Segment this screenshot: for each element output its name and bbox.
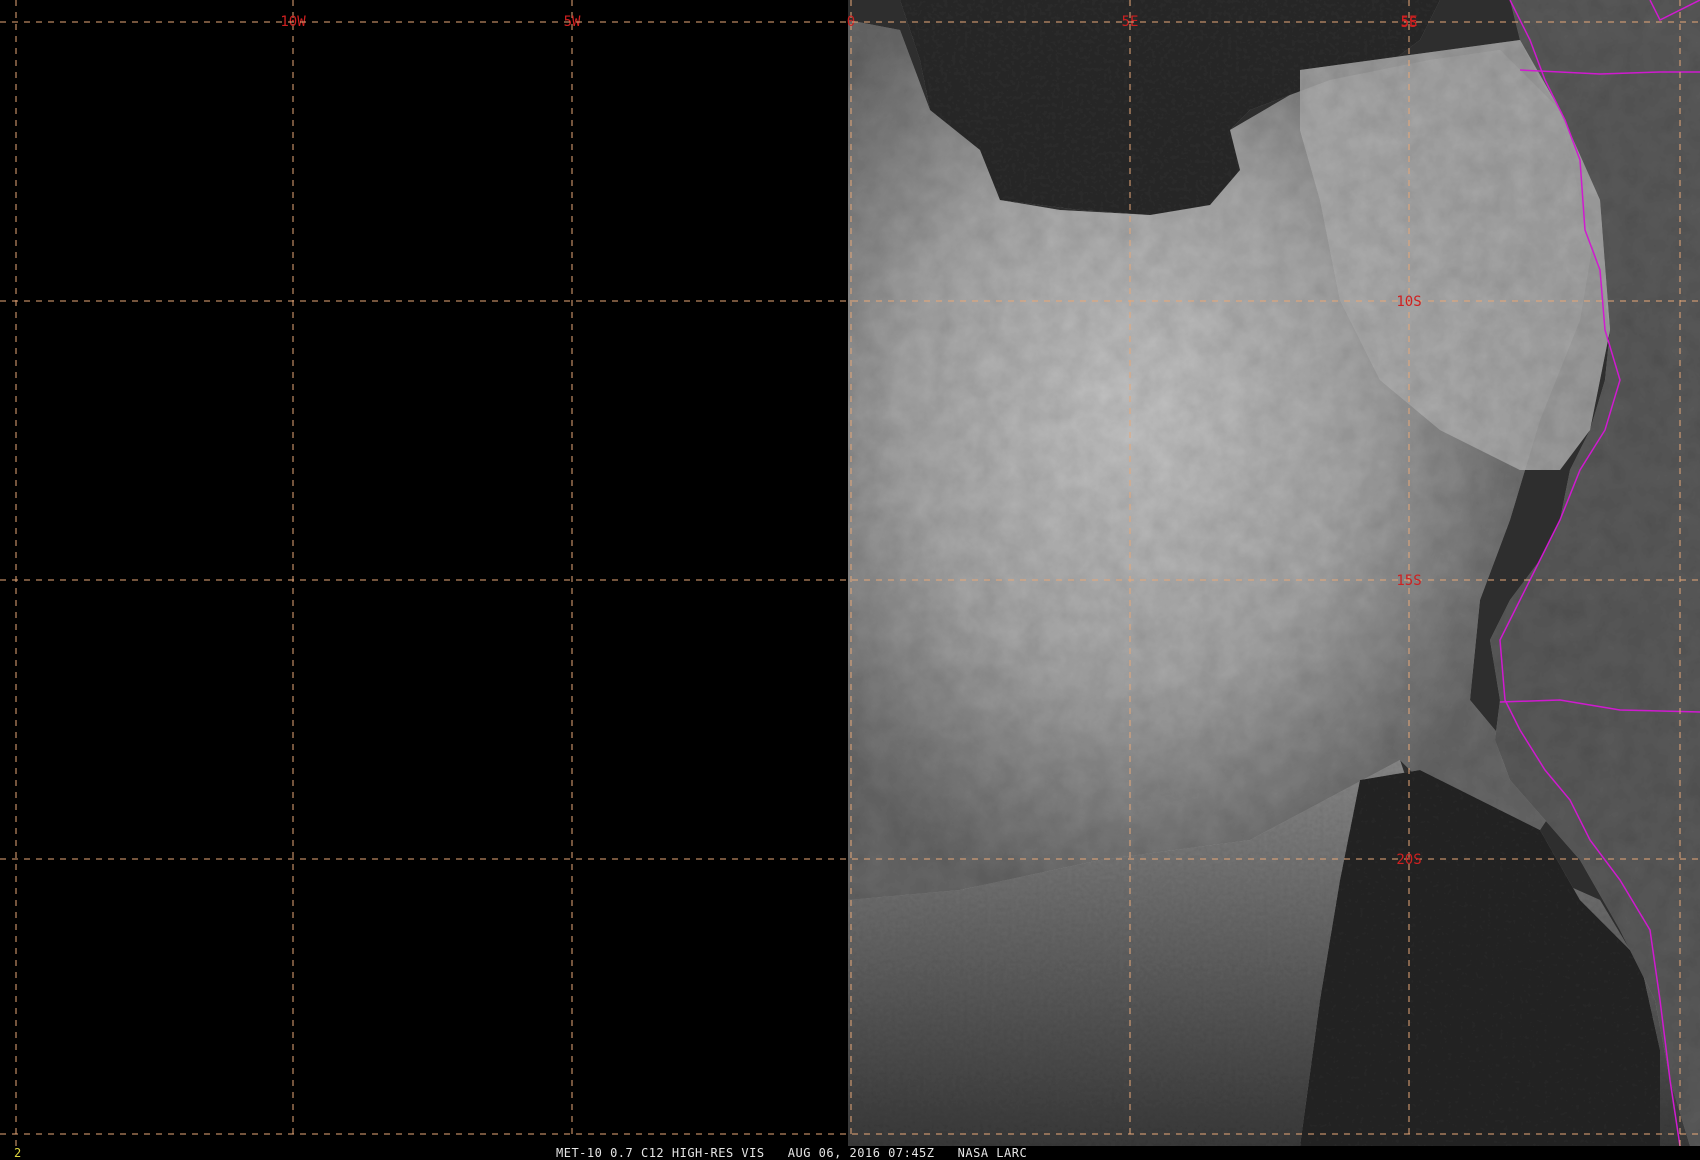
- imagery-region: [848, 0, 1700, 1146]
- image-caption: MET-10 0.7 C12 HIGH-RES VIS AUG 06, 2016…: [556, 1146, 1028, 1160]
- latitude-label: 5S: [1401, 15, 1418, 31]
- latitude-label: 10S: [1396, 294, 1421, 310]
- latitude-label: 20S: [1396, 852, 1421, 868]
- status-bar: 2 MET-10 0.7 C12 HIGH-RES VIS AUG 06, 20…: [0, 1146, 1700, 1160]
- satellite-map: 10W 5W 0 5E 5E5S10S15S20S: [0, 0, 1700, 1147]
- satellite-image-viewer: 10W 5W 0 5E 5E 5S 10S 15S 20S 2 MET-10 0.7 C12 H…: [0, 0, 1700, 1160]
- latitude-label: 15S: [1396, 573, 1421, 589]
- frame-number: 2: [14, 1146, 22, 1160]
